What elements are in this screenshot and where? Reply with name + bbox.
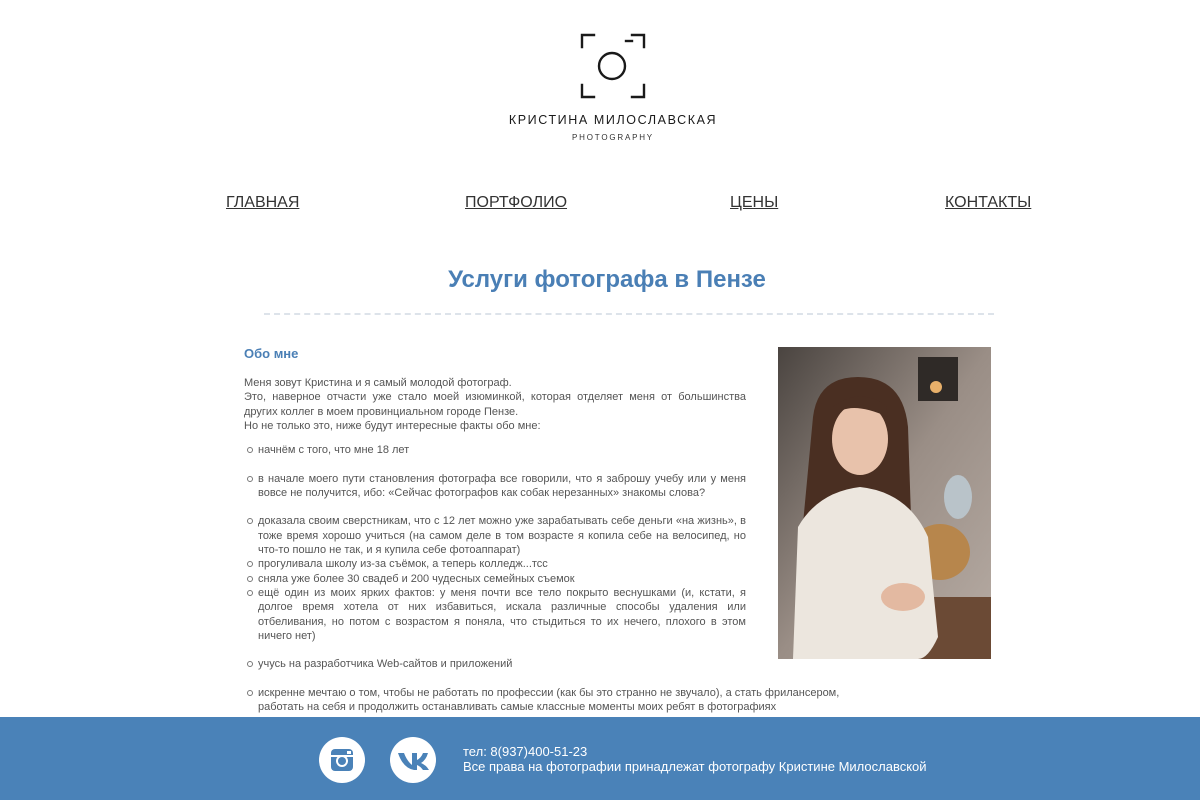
brand-name: КРИСТИНА МИЛОСЛАВСКАЯ [508,113,718,127]
brand-subtitle: PHOTOGRAPHY [572,133,654,142]
about-heading: Обо мне [244,346,299,361]
nav-prices[interactable]: ЦЕНЫ [730,194,778,212]
fact-item: ещё один из моих ярких фактов: у меня по… [244,586,746,643]
nav-contacts[interactable]: КОНТАКТЫ [945,194,1031,212]
fact-item: начнём с того, что мне 18 лет [244,443,844,457]
intro-line: Это, наверное отчасти уже стало моей изю… [244,391,746,418]
fact-item: учусь на разработчика Web-сайтов и прило… [244,657,844,671]
site-header: КРИСТИНА МИЛОСЛАВСКАЯ PHOTOGRAPHY [0,0,1200,160]
footer-rights: Все права на фотографии принадлежат фото… [463,759,927,774]
about-intro: Меня зовут Кристина и я самый молодой фо… [244,376,746,433]
vk-icon [398,753,429,770]
intro-line: Но не только это, ниже будут интересные … [244,419,541,432]
instagram-icon [331,749,353,771]
fact-item: доказала своим сверстникам, что с 12 лет… [244,514,746,557]
section-divider [264,313,994,315]
site-footer: тел: 8(937)400-51-23 Все права на фотогр… [0,717,1200,800]
nav-portfolio[interactable]: ПОРТФОЛИО [465,194,567,212]
portrait-photo [778,347,991,659]
fact-item: искренне мечтаю о том, чтобы не работать… [244,686,844,715]
fact-item: в начале моего пути становления фотограф… [244,472,746,501]
facts-list: начнём с того, что мне 18 лет в начале м… [244,443,844,715]
vk-link[interactable] [390,737,436,783]
footer-phone: тел: 8(937)400-51-23 [463,744,588,759]
intro-line: Меня зовут Кристина и я самый молодой фо… [244,377,512,389]
nav-home[interactable]: ГЛАВНАЯ [226,194,299,212]
page-title: Услуги фотографа в Пензе [448,266,766,293]
instagram-link[interactable] [319,737,365,783]
fact-item: сняла уже более 30 свадеб и 200 чудесных… [244,572,746,586]
fact-item: прогуливала школу из-за съёмок, а теперь… [244,557,746,571]
camera-logo-icon [580,33,646,99]
